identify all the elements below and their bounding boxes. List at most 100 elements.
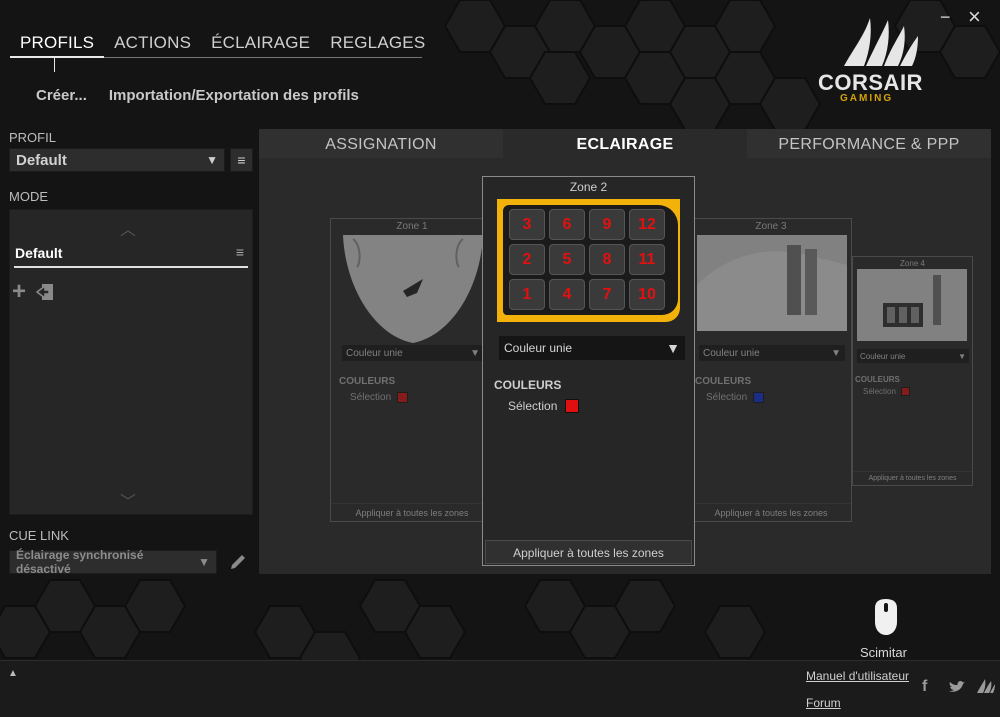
keypad-key: 5 xyxy=(549,244,585,275)
import-export-link[interactable]: Importation/Exportation des profils xyxy=(109,87,359,104)
zone2-card[interactable]: Zone 2 3 6 9 12 2 5 8 11 1 4 7 10 Couleur unie ▼ CO… xyxy=(482,176,695,566)
zone1-card[interactable]: Zone 1 Couleur unie ▼ COULEURS Sélection… xyxy=(330,218,494,522)
zone2-colors-label: COULEURS xyxy=(494,378,562,392)
zone3-selection-label: Sélection xyxy=(706,392,748,403)
scroll-up-icon[interactable]: ︿ xyxy=(120,216,136,240)
active-tab-indicator xyxy=(54,58,55,72)
keypad-key: 10 xyxy=(629,279,665,310)
dropdown-arrow-icon: ▼ xyxy=(666,340,680,356)
zone4-title: Zone 4 xyxy=(900,259,925,268)
profile-label: PROFIL xyxy=(9,130,56,145)
profile-menu-icon[interactable]: ≡ xyxy=(230,148,253,172)
mode-item-label: Default xyxy=(15,245,63,261)
zone1-selection-row: Sélection xyxy=(350,392,409,403)
keypad-key: 6 xyxy=(549,209,585,240)
edit-pencil-icon[interactable] xyxy=(228,552,248,572)
tab-profils[interactable]: PROFILS xyxy=(10,34,105,58)
cuelink-select-value: Éclairage synchronisé désactivé xyxy=(16,548,144,576)
zone3-mode-select[interactable]: Couleur unie ▼ xyxy=(699,345,845,361)
facebook-icon[interactable]: f xyxy=(922,678,927,696)
keypad-key: 3 xyxy=(509,209,545,240)
forum-link[interactable]: Forum xyxy=(806,696,841,710)
zone3-selection-row: Sélection xyxy=(706,392,765,403)
mouse-top-image xyxy=(343,235,483,343)
gaming-logo: GAMING xyxy=(840,93,894,104)
zone4-selection-row: Sélection xyxy=(863,387,910,396)
dropdown-arrow-icon: ▼ xyxy=(206,153,218,167)
zone4-selection-label: Sélection xyxy=(863,387,896,396)
dropdown-arrow-icon: ▼ xyxy=(470,347,480,359)
zone2-apply-all-button[interactable]: Appliquer à toutes les zones xyxy=(485,540,692,564)
tab-assignation[interactable]: ASSIGNATION xyxy=(259,129,503,158)
keypad-key: 11 xyxy=(629,244,665,275)
keypad-key: 7 xyxy=(589,279,625,310)
keypad-key: 8 xyxy=(589,244,625,275)
keypad-grid: 3 6 9 12 2 5 8 11 1 4 7 10 xyxy=(509,209,679,313)
corsair-sails-icon xyxy=(844,18,918,66)
zone4-mode-select[interactable]: Couleur unie ▼ xyxy=(857,349,969,363)
scroll-down-icon[interactable]: ﹀ xyxy=(120,488,136,512)
dropdown-arrow-icon: ▼ xyxy=(831,347,841,359)
zone3-card[interactable]: Zone 3 Couleur unie ▼ COULEURS Sélection… xyxy=(690,218,852,522)
tab-performance[interactable]: PERFORMANCE & PPP xyxy=(747,129,991,158)
profile-select[interactable]: Default ▼ xyxy=(9,148,225,172)
zone2-selection-row: Sélection xyxy=(508,399,580,413)
mode-list: ︿ Default ≡ + ﹀ xyxy=(9,209,253,515)
keypad-key: 2 xyxy=(509,244,545,275)
keypad-key: 12 xyxy=(629,209,665,240)
tab-reglages[interactable]: REGLAGES xyxy=(320,34,435,57)
zone3-color-swatch[interactable] xyxy=(753,392,765,403)
close-button[interactable]: × xyxy=(968,6,981,28)
zone1-selection-label: Sélection xyxy=(350,392,392,403)
profile-select-value: Default xyxy=(16,151,67,169)
zone1-colors-label: COULEURS xyxy=(339,376,396,387)
zone4-color-swatch[interactable] xyxy=(900,387,910,396)
mouse-device-icon[interactable] xyxy=(872,598,900,636)
import-mode-icon[interactable] xyxy=(36,283,54,301)
twitter-icon[interactable] xyxy=(948,680,966,694)
create-profile-link[interactable]: Créer... xyxy=(36,87,87,104)
tab-actions[interactable]: ACTIONS xyxy=(104,34,201,57)
zone2-color-swatch[interactable] xyxy=(565,399,580,413)
zone2-selection-label: Sélection xyxy=(508,399,558,413)
main-tabs: ASSIGNATION ECLAIRAGE PERFORMANCE & PPP xyxy=(259,129,991,158)
zone1-mode-value: Couleur unie xyxy=(346,347,403,359)
keypad-key: 4 xyxy=(549,279,585,310)
tab-eclairage-main[interactable]: ECLAIRAGE xyxy=(503,129,747,158)
device-name: Scimitar xyxy=(860,645,907,660)
minimize-button[interactable]: − xyxy=(940,8,951,26)
zone2-mode-select[interactable]: Couleur unie ▼ xyxy=(499,336,685,360)
user-manual-link[interactable]: Manuel d'utilisateur xyxy=(806,669,909,683)
corsair-sails-small-icon[interactable] xyxy=(976,678,996,694)
add-mode-icon[interactable]: + xyxy=(12,280,26,304)
profile-actions: Créer... Importation/Exportation des pro… xyxy=(36,87,359,104)
tab-eclairage[interactable]: ÉCLAIRAGE xyxy=(201,34,320,57)
zone1-mode-select[interactable]: Couleur unie ▼ xyxy=(342,345,484,361)
expand-icon[interactable]: ▲ xyxy=(8,668,18,679)
mouse-side-buttons-image xyxy=(857,269,967,341)
keypad-key: 9 xyxy=(589,209,625,240)
cuelink-label: CUE LINK xyxy=(9,528,69,543)
keypad-key: 1 xyxy=(509,279,545,310)
keypad-image: 3 6 9 12 2 5 8 11 1 4 7 10 xyxy=(497,199,680,322)
zone4-card[interactable]: Zone 4 Couleur unie ▼ COULEURS Sélection… xyxy=(852,256,973,486)
dropdown-arrow-icon: ▼ xyxy=(958,351,966,361)
zone1-color-swatch[interactable] xyxy=(397,392,409,403)
mode-item-default[interactable]: Default ≡ xyxy=(14,244,248,268)
top-navigation: PROFILS ACTIONS ÉCLAIRAGE REGLAGES xyxy=(10,34,425,58)
dropdown-arrow-icon: ▼ xyxy=(198,555,210,569)
zone2-title: Zone 2 xyxy=(569,180,608,194)
zone3-title: Zone 3 xyxy=(755,221,787,232)
zone1-title: Zone 1 xyxy=(396,221,428,232)
mode-label: MODE xyxy=(9,189,48,204)
mode-menu-icon[interactable]: ≡ xyxy=(236,244,244,260)
mouse-side-image xyxy=(697,235,847,331)
cuelink-select[interactable]: Éclairage synchronisé désactivé ▼ xyxy=(9,548,217,576)
zone4-apply-all-button[interactable]: Appliquer à toutes les zones xyxy=(853,471,972,485)
zone3-colors-label: COULEURS xyxy=(695,376,752,387)
zone4-mode-value: Couleur unie xyxy=(860,351,906,361)
zone3-apply-all-button[interactable]: Appliquer à toutes les zones xyxy=(691,503,851,521)
zone3-mode-value: Couleur unie xyxy=(703,347,760,359)
zone2-mode-value: Couleur unie xyxy=(504,341,573,355)
zone1-apply-all-button[interactable]: Appliquer à toutes les zones xyxy=(331,503,493,521)
